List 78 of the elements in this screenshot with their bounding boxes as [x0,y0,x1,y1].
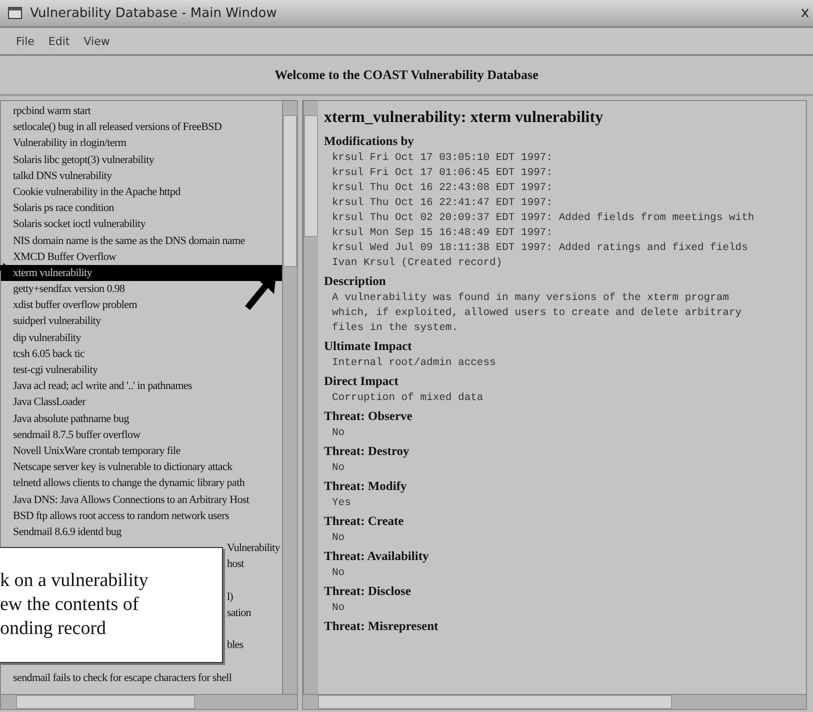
field-value: No [331,531,346,546]
vulnerability-list-item[interactable]: xdist buffer overflow problem [1,297,282,314]
vulnerability-list-item[interactable]: sation [226,604,252,622]
vulnerability-list-item[interactable]: Solaris socket ioctl vulnerability [1,216,282,232]
vulnerability-list-item[interactable]: tcsh 6.05 back tic [1,346,282,362]
vulnerability-list-item[interactable]: getty+sendfax version 0.98 [1,281,282,298]
field-label: Direct Impact [324,373,400,390]
vulnerability-list-item[interactable]: Java absolute pathname bug [1,410,282,427]
field-label: Modifications by [324,133,415,150]
field-value: krsul Mon Sep 15 16:48:49 EDT 1997: [331,226,554,241]
field-value: Ivan Krsul (Created record) [331,256,504,271]
vulnerability-list-item[interactable]: Solaris ps race condition [1,200,282,216]
vulnerability-list-item[interactable]: rpcbind warm start [1,103,282,120]
vulnerability-list-item[interactable]: Solaris libc getopt(3) vulnerability [1,152,282,168]
field-value: Corruption of mixed data [331,391,484,406]
menu-item[interactable]: File [16,34,34,48]
vulnerability-list-item[interactable]: sendmail 8.7.5 buffer overflow [1,426,282,443]
field-value: which, if exploited, allowed users to create and delete arbitrary [331,306,743,321]
field-value: No [331,426,346,441]
vulnerability-list-item[interactable]: host [226,556,245,572]
field-label: Threat: Create [324,513,405,530]
field-value: krsul Fri Oct 17 01:06:45 EDT 1997: [331,166,554,181]
vulnerability-list-item[interactable]: xterm vulnerability [1,264,282,282]
vulnerability-list-item[interactable]: talkd DNS vulnerability [1,168,282,184]
vulnerability-list-item[interactable]: telnetd allows clients to change the dynamic library path [1,475,282,492]
field-value: krsul Thu Oct 02 20:09:37 EDT 1997: Added fields from meetings with [331,211,756,226]
callout-text: onding record [0,617,108,641]
vulnerability-list-item[interactable]: Java acl read; acl write and '..' in pathnames [1,378,282,394]
field-label: Ultimate Impact [324,338,413,355]
field-label: Threat: Modify [324,478,408,495]
vulnerability-list-item[interactable]: test-cgi vulnerability [1,362,282,378]
field-label: Threat: Disclose [324,583,412,600]
vulnerability-list-item[interactable]: NIS domain name is the same as the DNS domain name [1,232,282,249]
vulnerability-list-item[interactable]: Vulnerability [226,540,281,556]
vulnerability-list-item[interactable]: Java DNS: Java Allows Connections to an Arbitrary Host [1,492,282,508]
vertical-scrollbar[interactable] [282,101,297,694]
field-label: Threat: Observe [324,408,414,425]
window-menu-icon[interactable] [8,7,22,19]
vulnerability-list-item[interactable]: BSD ftp allows root access to random network users [1,508,282,524]
callout-text: ew the contents of [0,593,140,617]
field-label: Threat: Misrepresent [324,618,440,635]
field-value: krsul Thu Oct 16 22:43:08 EDT 1997: [331,181,554,196]
field-value: Internal root/admin access [331,356,497,371]
vertical-scrollbar[interactable] [303,101,318,694]
field-label: Description [324,273,387,290]
window-title: Vulnerability Database - Main Window [30,6,278,20]
banner-title: Welcome to the COAST Vulnerability Database [274,67,538,83]
field-value: files in the system. [331,321,460,336]
vulnerability-list-item[interactable]: suidperl vulnerability [1,313,282,330]
horizontal-scrollbar[interactable] [303,694,806,709]
close-icon[interactable] [801,8,809,18]
vulnerability-list-item[interactable]: Novell UnixWare crontab temporary file [1,442,282,460]
field-value: krsul Thu Oct 16 22:41:47 EDT 1997: [331,196,554,211]
vulnerability-list-item[interactable]: setlocale() bug in all released versions of FreeBSD [1,119,282,136]
vulnerability-list-item[interactable]: Netscape server key is vulnerable to dictionary attack [1,459,282,476]
vulnerability-list-item[interactable]: Java ClassLoader [1,394,282,411]
field-value: No [331,601,346,616]
field-value: krsul Wed Jul 09 18:11:38 EDT 1997: Added ratings and fixed fields [331,241,749,256]
vulnerability-list-item[interactable]: Sendmail 8.6.9 identd bug [1,524,282,540]
vulnerability-list-item[interactable]: bles [226,637,244,654]
vulnerability-list-item[interactable]: dip vulnerability [1,330,282,346]
field-value: No [331,461,346,476]
field-value: krsul Fri Oct 17 03:05:10 EDT 1997: [331,151,554,166]
field-label: Threat: Destroy [324,443,410,460]
callout-text: k on a vulnerability [0,569,150,593]
menu-item[interactable]: Edit [48,34,70,48]
horizontal-scrollbar[interactable] [1,694,297,709]
vulnerability-list-item[interactable]: Vulnerability in rlogin/term [1,135,282,152]
vulnerability-list-item[interactable]: sendmail fails to check for escape characters for shell [1,670,282,686]
record-title: xterm_vulnerability: xterm vulnerability [324,109,604,127]
field-value: No [331,566,346,581]
field-value: A vulnerability was found in many versions of the xterm program [331,291,730,306]
vulnerability-list-item[interactable]: Cookie vulnerability in the Apache httpd [1,184,282,200]
menu-item[interactable]: View [84,34,110,48]
field-label: Threat: Availability [324,548,430,565]
vulnerability-list-item[interactable]: XMCD Buffer Overflow [1,248,282,265]
vulnerability-list-item[interactable]: l) [226,588,234,605]
field-value: Yes [331,496,352,511]
